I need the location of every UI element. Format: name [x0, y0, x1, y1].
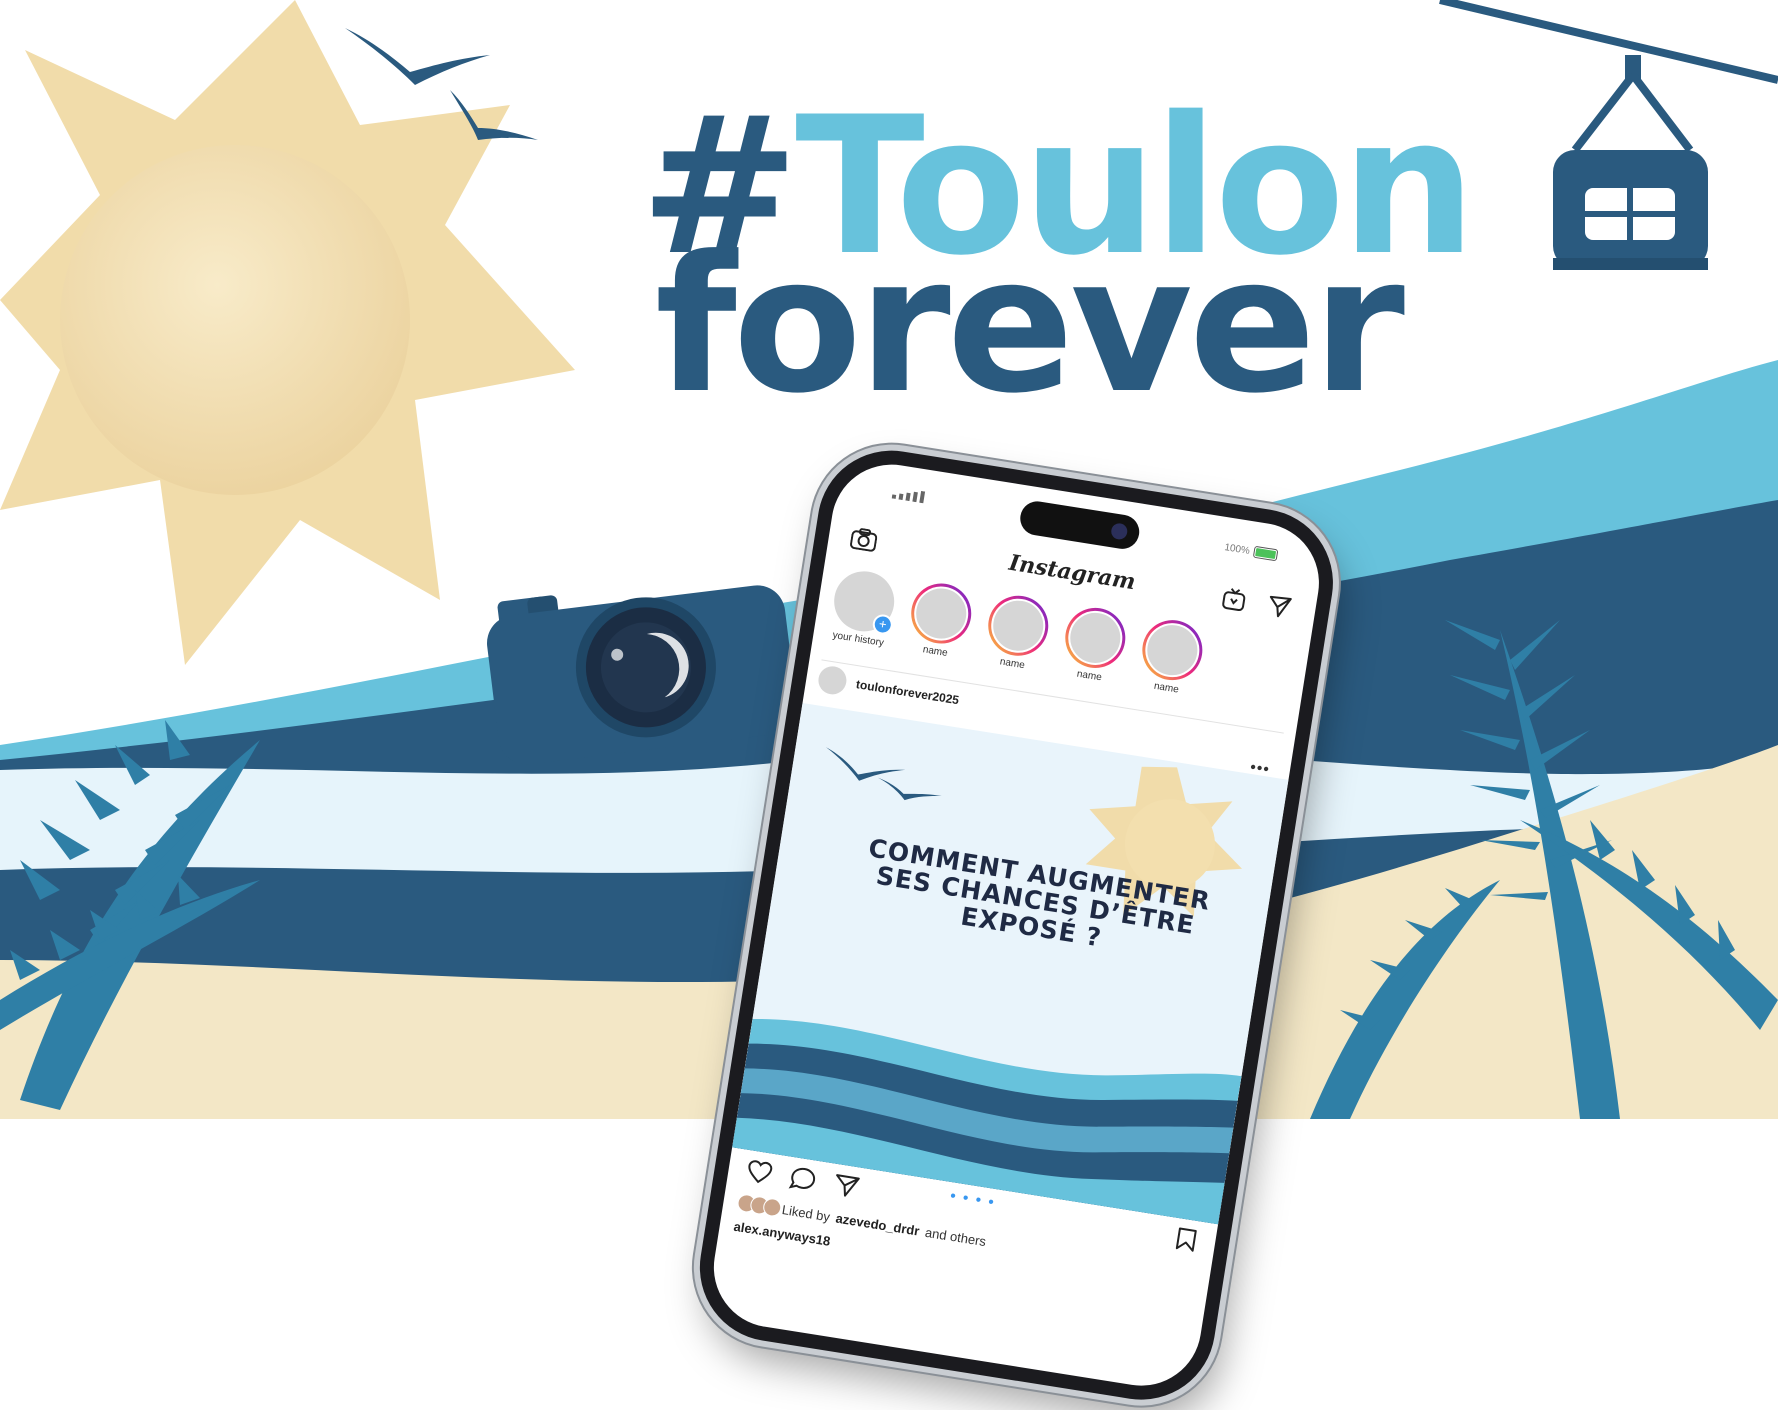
story-item[interactable]: name	[977, 591, 1055, 684]
dynamic-island	[1017, 498, 1142, 552]
post-username[interactable]: toulonforever2025	[855, 677, 960, 707]
story-avatar: +	[829, 567, 899, 636]
battery-status: 100%	[1223, 541, 1279, 562]
story-label: name	[999, 656, 1026, 672]
likes-suffix: and others	[924, 1224, 988, 1249]
direct-message-icon[interactable]	[1266, 593, 1293, 620]
comment-icon[interactable]	[788, 1165, 817, 1193]
headline-line-2: forever	[655, 216, 1405, 435]
post-avatar[interactable]	[816, 664, 849, 697]
story-label: name	[1076, 668, 1103, 684]
post-image[interactable]: COMMENT AUGMENTER SES CHANCES D’ÊTRE EXP…	[732, 702, 1289, 1225]
add-story-icon[interactable]: +	[871, 613, 895, 636]
likes-user[interactable]: azevedo_drdr	[835, 1210, 921, 1238]
story-item[interactable]: name	[1131, 615, 1209, 708]
story-own[interactable]: + your history	[823, 567, 901, 660]
story-label: name	[921, 644, 949, 659]
story-item[interactable]: name	[900, 579, 978, 672]
bookmark-icon[interactable]	[1174, 1226, 1199, 1253]
likes-prefix: Liked by	[780, 1201, 832, 1224]
story-label: name	[1153, 680, 1180, 696]
like-heart-icon[interactable]	[745, 1158, 774, 1186]
igtv-icon[interactable]	[1220, 585, 1247, 612]
signal-icon	[891, 490, 926, 504]
battery-percent: 100%	[1223, 541, 1251, 557]
liker-avatars	[736, 1193, 783, 1218]
share-icon[interactable]	[832, 1172, 861, 1200]
story-avatar	[1138, 615, 1207, 685]
story-item[interactable]: name	[1054, 603, 1132, 696]
story-avatar	[906, 579, 976, 648]
battery-icon	[1252, 545, 1279, 562]
story-avatar	[1060, 603, 1130, 673]
story-avatar	[983, 591, 1053, 661]
